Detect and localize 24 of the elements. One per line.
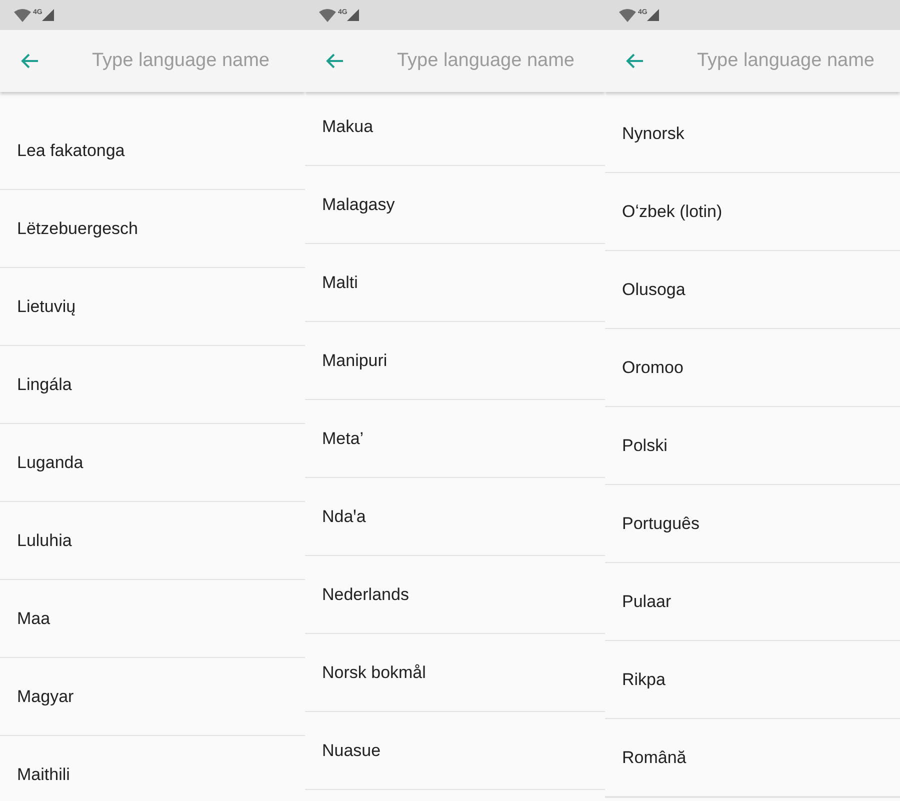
language-item[interactable]: Nynorsk [605,95,900,173]
wifi-icon [319,8,336,22]
search-bar[interactable]: Type language name [605,30,900,92]
signal-icon [42,9,54,21]
search-bar[interactable]: Type language name [305,30,605,92]
back-arrow-icon [626,53,644,69]
language-item[interactable]: Rikpa [605,641,900,719]
language-item[interactable]: Português [605,485,900,563]
search-field[interactable]: Type language name [92,46,292,76]
search-field[interactable]: Type language name [697,46,897,76]
language-item[interactable]: Oʻzbek (lotin) [605,173,900,251]
back-arrow-icon [21,53,39,69]
search-bar[interactable]: Type language name [0,30,305,92]
language-item[interactable]: Oromoo [605,329,900,407]
language-item[interactable]: Română [605,719,900,797]
signal-icon [647,9,660,21]
language-item[interactable]: Polski [605,407,900,485]
search-field[interactable]: Type language name [397,46,597,76]
signal-icon [347,9,360,21]
language-item[interactable]: Pulaar [605,563,900,641]
language-item[interactable]: Olusoga [605,251,900,329]
wifi-icon [619,8,636,22]
back-arrow-icon [326,53,344,69]
wifi-icon [14,8,31,22]
